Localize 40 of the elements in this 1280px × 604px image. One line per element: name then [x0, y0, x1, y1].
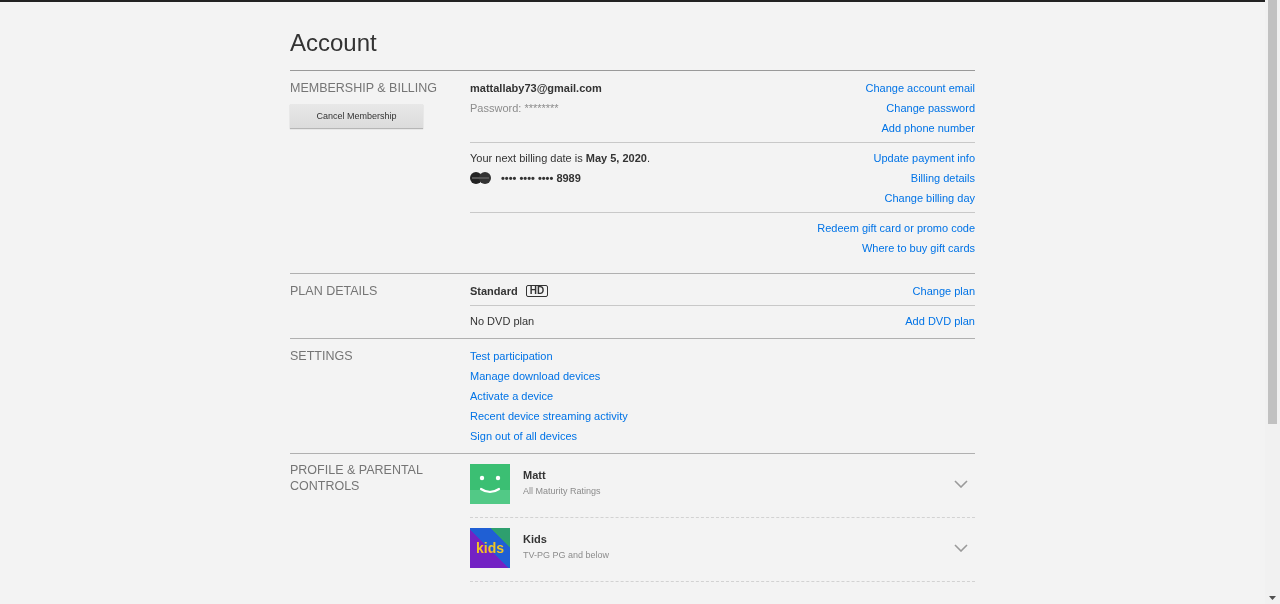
account-link[interactable]: Update payment info: [873, 148, 975, 168]
section-heading: PROFILE & PARENTAL CONTROLS: [290, 462, 424, 494]
account-link[interactable]: Change billing day: [884, 188, 975, 208]
plan-text: No DVD plan: [470, 314, 535, 329]
plan-name: Standard: [470, 284, 518, 299]
chevron-down-icon[interactable]: [954, 544, 968, 552]
account-link[interactable]: Change password: [886, 98, 975, 118]
maturity-rating: All Maturity Ratings: [523, 485, 601, 498]
scroll-down-icon[interactable]: [1269, 596, 1276, 600]
account-link[interactable]: Where to buy gift cards: [861, 238, 975, 258]
maturity-rating: TV-PG PG and below: [523, 549, 610, 562]
section-heading: SETTINGS: [290, 348, 353, 365]
section-heading: MEMBERSHIP & BILLING: [290, 80, 438, 97]
account-link[interactable]: Change plan: [912, 281, 975, 301]
password-text: Password: ********: [470, 101, 559, 116]
account-link[interactable]: Add phone number: [881, 118, 975, 138]
account-link[interactable]: Billing details: [910, 168, 975, 188]
account-email: mattallaby73@gmail.com: [470, 81, 602, 96]
chevron-down-icon[interactable]: [954, 480, 968, 488]
kids-avatar[interactable]: kids: [470, 528, 510, 568]
billing-date-text: Your next billing date is May 5, 2020.: [470, 151, 650, 166]
cancel-membership-button[interactable]: Cancel Membership: [290, 104, 423, 128]
profile-name: Matt: [523, 468, 546, 483]
hd-badge: HD: [525, 285, 549, 297]
account-link[interactable]: Change account email: [865, 78, 975, 98]
card-icon: [470, 172, 491, 184]
scrollbar-thumb[interactable]: [1268, 0, 1277, 424]
smiley-avatar[interactable]: [470, 464, 510, 504]
avatar-label: kids: [476, 540, 504, 556]
section-heading: PLAN DETAILS: [290, 283, 378, 300]
settings-link[interactable]: Recent device streaming activity: [470, 406, 628, 426]
settings-link[interactable]: Activate a device: [470, 386, 554, 406]
account-link[interactable]: Add DVD plan: [905, 311, 975, 331]
profile-name: Kids: [523, 532, 547, 547]
card-number: •••• •••• •••• 8989: [501, 171, 581, 186]
settings-link[interactable]: Test participation: [470, 346, 553, 366]
settings-link[interactable]: Sign out of all devices: [470, 426, 577, 446]
page-title: Account: [290, 28, 975, 71]
settings-link[interactable]: Manage download devices: [470, 366, 601, 386]
account-link[interactable]: Redeem gift card or promo code: [817, 218, 975, 238]
